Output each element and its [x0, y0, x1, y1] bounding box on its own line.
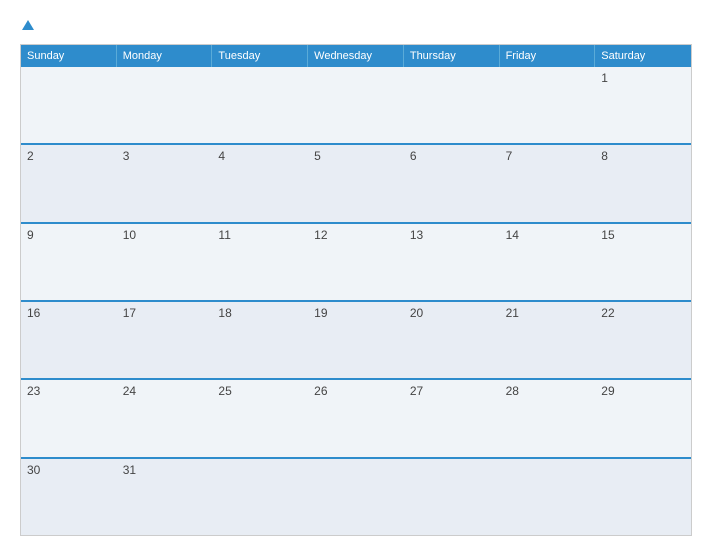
day-number: 28	[506, 384, 590, 398]
week-row-4: 16 17 18 19 20 21 22	[21, 300, 691, 378]
day-number: 17	[123, 306, 207, 320]
day-header-wednesday: Wednesday	[308, 45, 404, 67]
day-number: 1	[601, 71, 685, 85]
day-26: 26	[308, 380, 404, 456]
day-12: 12	[308, 224, 404, 300]
calendar-days-header: SundayMondayTuesdayWednesdayThursdayFrid…	[21, 45, 691, 67]
day-number: 21	[506, 306, 590, 320]
logo-triangle-icon	[22, 20, 34, 30]
day-6: 6	[404, 145, 500, 221]
day-29: 29	[595, 380, 691, 456]
day-number: 2	[27, 149, 111, 163]
day-header-monday: Monday	[117, 45, 213, 67]
day-15: 15	[595, 224, 691, 300]
day-17: 17	[117, 302, 213, 378]
day-header-saturday: Saturday	[595, 45, 691, 67]
day-number: 30	[27, 463, 111, 477]
day-number: 25	[218, 384, 302, 398]
empty-cell-w0d5	[500, 67, 596, 143]
day-20: 20	[404, 302, 500, 378]
day-number: 16	[27, 306, 111, 320]
day-number: 6	[410, 149, 494, 163]
day-3: 3	[117, 145, 213, 221]
day-10: 10	[117, 224, 213, 300]
day-19: 19	[308, 302, 404, 378]
day-header-sunday: Sunday	[21, 45, 117, 67]
day-8: 8	[595, 145, 691, 221]
logo-blue-text	[20, 18, 34, 34]
day-14: 14	[500, 224, 596, 300]
calendar-body: 1234567891011121314151617181920212223242…	[21, 67, 691, 535]
empty-cell-w5d3	[308, 459, 404, 535]
day-1: 1	[595, 67, 691, 143]
day-number: 19	[314, 306, 398, 320]
day-number: 11	[218, 228, 302, 242]
day-13: 13	[404, 224, 500, 300]
empty-cell-w5d2	[212, 459, 308, 535]
day-4: 4	[212, 145, 308, 221]
day-7: 7	[500, 145, 596, 221]
day-number: 20	[410, 306, 494, 320]
day-header-friday: Friday	[500, 45, 596, 67]
empty-cell-w0d2	[212, 67, 308, 143]
day-number: 24	[123, 384, 207, 398]
day-9: 9	[21, 224, 117, 300]
day-number: 18	[218, 306, 302, 320]
day-18: 18	[212, 302, 308, 378]
calendar-page: SundayMondayTuesdayWednesdayThursdayFrid…	[0, 0, 712, 550]
day-number: 22	[601, 306, 685, 320]
day-23: 23	[21, 380, 117, 456]
day-25: 25	[212, 380, 308, 456]
day-31: 31	[117, 459, 213, 535]
day-number: 8	[601, 149, 685, 163]
day-11: 11	[212, 224, 308, 300]
day-27: 27	[404, 380, 500, 456]
day-number: 27	[410, 384, 494, 398]
day-header-tuesday: Tuesday	[212, 45, 308, 67]
empty-cell-w0d0	[21, 67, 117, 143]
day-21: 21	[500, 302, 596, 378]
day-number: 15	[601, 228, 685, 242]
empty-cell-w5d5	[500, 459, 596, 535]
calendar-header	[20, 18, 692, 34]
logo	[20, 18, 34, 34]
week-row-3: 9 10 11 12 13 14 15	[21, 222, 691, 300]
empty-cell-w0d4	[404, 67, 500, 143]
day-2: 2	[21, 145, 117, 221]
day-number: 29	[601, 384, 685, 398]
empty-cell-w0d3	[308, 67, 404, 143]
day-24: 24	[117, 380, 213, 456]
empty-cell-w5d4	[404, 459, 500, 535]
week-row-1: 1	[21, 67, 691, 143]
day-number: 31	[123, 463, 207, 477]
day-number: 10	[123, 228, 207, 242]
day-number: 7	[506, 149, 590, 163]
day-number: 12	[314, 228, 398, 242]
day-number: 26	[314, 384, 398, 398]
day-22: 22	[595, 302, 691, 378]
day-28: 28	[500, 380, 596, 456]
week-row-6: 30 31	[21, 457, 691, 535]
day-number: 9	[27, 228, 111, 242]
day-number: 5	[314, 149, 398, 163]
week-row-2: 2345678	[21, 143, 691, 221]
day-number: 4	[218, 149, 302, 163]
day-number: 14	[506, 228, 590, 242]
day-16: 16	[21, 302, 117, 378]
calendar-grid: SundayMondayTuesdayWednesdayThursdayFrid…	[20, 44, 692, 536]
empty-cell-w0d1	[117, 67, 213, 143]
day-number: 3	[123, 149, 207, 163]
week-row-5: 23 24 25 26 27 28 29	[21, 378, 691, 456]
day-5: 5	[308, 145, 404, 221]
day-30: 30	[21, 459, 117, 535]
day-header-thursday: Thursday	[404, 45, 500, 67]
day-number: 23	[27, 384, 111, 398]
empty-cell-w5d6	[595, 459, 691, 535]
day-number: 13	[410, 228, 494, 242]
